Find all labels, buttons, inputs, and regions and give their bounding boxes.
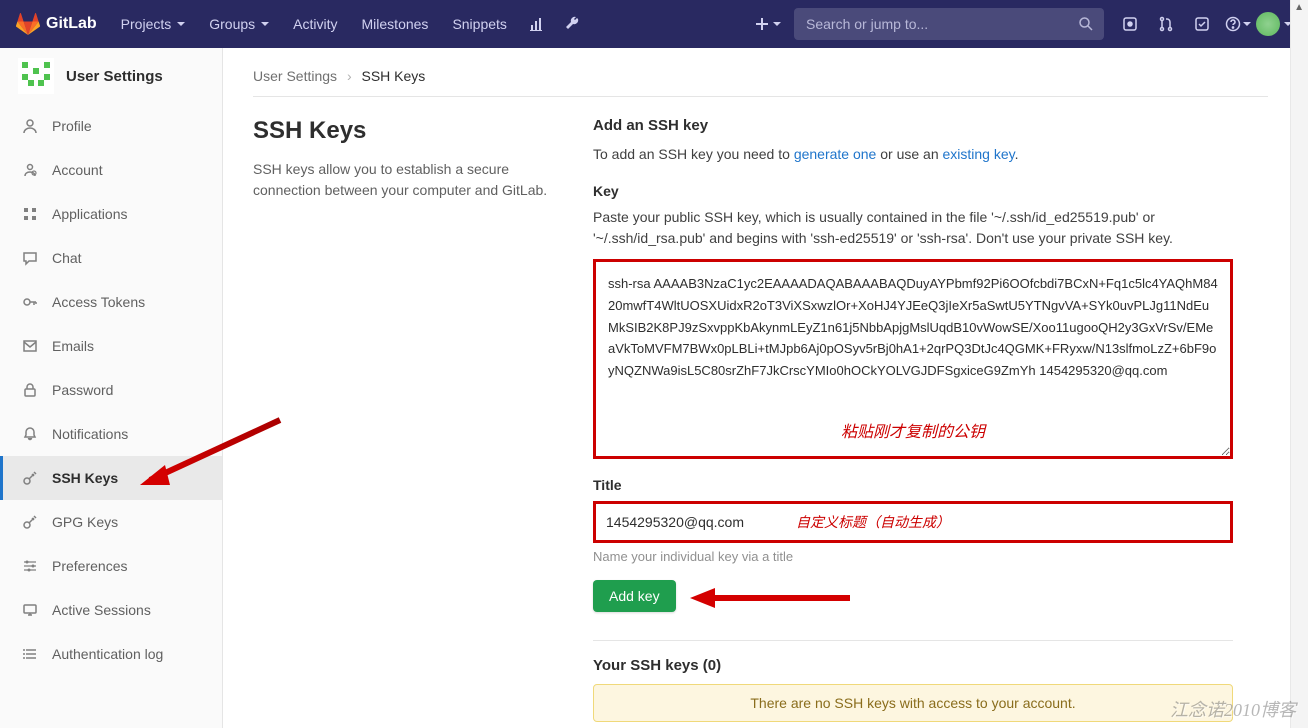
page-scrollbar[interactable]: ▲ [1290,0,1308,728]
apps-icon [22,206,38,222]
sidebar-header: User Settings [0,48,222,104]
title-input[interactable] [606,514,776,530]
monitor-icon [22,602,38,618]
existing-key-link[interactable]: existing key [943,146,1015,162]
sidebar-item-chat[interactable]: Chat [0,236,222,280]
user-menu[interactable] [1256,0,1292,48]
sliders-icon [22,558,38,574]
todos-icon[interactable] [1184,0,1220,48]
key-textarea[interactable]: ssh-rsa AAAAB3NzaC1yc2EAAAADAQABAAABAQDu… [593,259,1233,459]
list-icon [22,646,38,662]
nav-activity[interactable]: Activity [281,0,349,48]
brand-text: GitLab [46,15,97,33]
settings-sidebar: User Settings Profile Account Applications… [0,48,223,728]
sidebar-item-gpg-keys[interactable]: GPG Keys [0,500,222,544]
breadcrumb: User Settings › SSH Keys [253,68,1268,84]
search-icon [1078,16,1094,32]
key-desc: Paste your public SSH key, which is usua… [593,207,1233,249]
sidebar-item-label: Account [52,162,103,178]
lock-icon [22,382,38,398]
title-hint: Name your individual key via a title [593,549,1233,564]
sidebar-item-access-tokens[interactable]: Access Tokens [0,280,222,324]
global-search [794,8,1104,40]
watermark: 江念诺2010博客 [1170,696,1296,722]
sidebar-item-label: Applications [52,206,128,222]
profile-icon [22,118,38,134]
issues-icon[interactable] [1112,0,1148,48]
identicon-icon [18,58,54,94]
generate-key-link[interactable]: generate one [794,146,877,162]
sidebar-item-account[interactable]: Account [0,148,222,192]
avatar-icon [1256,12,1280,36]
sidebar-item-label: SSH Keys [52,470,118,486]
add-help-text: To add an SSH key you need to generate o… [593,144,1233,165]
breadcrumb-current: SSH Keys [362,68,426,84]
title-label: Title [593,477,1233,493]
no-keys-notice: There are no SSH keys with access to you… [593,684,1233,722]
bell-icon [22,426,38,442]
wrench-icon[interactable] [555,0,591,48]
key-icon [22,470,38,486]
your-keys-title: Your SSH keys (0) [593,657,1233,674]
sidebar-item-password[interactable]: Password [0,368,222,412]
sidebar-item-label: Authentication log [52,646,163,662]
add-key-button[interactable]: Add key [593,580,676,612]
help-icon[interactable] [1220,0,1256,48]
main-content: User Settings › SSH Keys SSH Keys SSH ke… [223,48,1308,728]
brand-logo[interactable]: GitLab [16,12,97,36]
top-navbar: GitLab Projects Groups Activity Mileston… [0,0,1308,48]
sidebar-item-active-sessions[interactable]: Active Sessions [0,588,222,632]
page-desc: SSH keys allow you to establish a secure… [253,159,553,201]
nav-groups[interactable]: Groups [197,0,281,48]
sidebar-item-label: GPG Keys [52,514,118,530]
title-field-wrap: 自定义标题（自动生成） [593,501,1233,543]
nav-snippets[interactable]: Snippets [440,0,518,48]
search-input[interactable] [794,8,1104,40]
gitlab-icon [16,12,40,36]
sidebar-item-preferences[interactable]: Preferences [0,544,222,588]
account-icon [22,162,38,178]
plus-icon[interactable] [750,0,786,48]
nav-milestones[interactable]: Milestones [350,0,441,48]
sidebar-item-emails[interactable]: Emails [0,324,222,368]
chat-icon [22,250,38,266]
sidebar-item-label: Active Sessions [52,602,151,618]
sidebar-item-profile[interactable]: Profile [0,104,222,148]
page-title: SSH Keys [253,117,553,145]
annotation-title: 自定义标题（自动生成） [796,512,950,532]
sidebar-item-label: Password [52,382,113,398]
sidebar-item-label: Access Tokens [52,294,145,310]
email-icon [22,338,38,354]
section-add-title: Add an SSH key [593,117,1233,134]
key-label: Key [593,183,1233,199]
token-icon [22,294,38,310]
chart-icon[interactable] [519,0,555,48]
key-icon [22,514,38,530]
breadcrumb-root[interactable]: User Settings [253,68,337,84]
merge-requests-icon[interactable] [1148,0,1184,48]
sidebar-item-notifications[interactable]: Notifications [0,412,222,456]
sidebar-item-ssh-keys[interactable]: SSH Keys [0,456,222,500]
sidebar-item-label: Chat [52,250,82,266]
sidebar-item-applications[interactable]: Applications [0,192,222,236]
sidebar-item-authentication-log[interactable]: Authentication log [0,632,222,676]
sidebar-item-label: Emails [52,338,94,354]
annotation-key: 粘贴刚才复制的公钥 [841,420,985,446]
nav-projects[interactable]: Projects [109,0,198,48]
sidebar-item-label: Preferences [52,558,127,574]
sidebar-item-label: Profile [52,118,92,134]
sidebar-item-label: Notifications [52,426,128,442]
